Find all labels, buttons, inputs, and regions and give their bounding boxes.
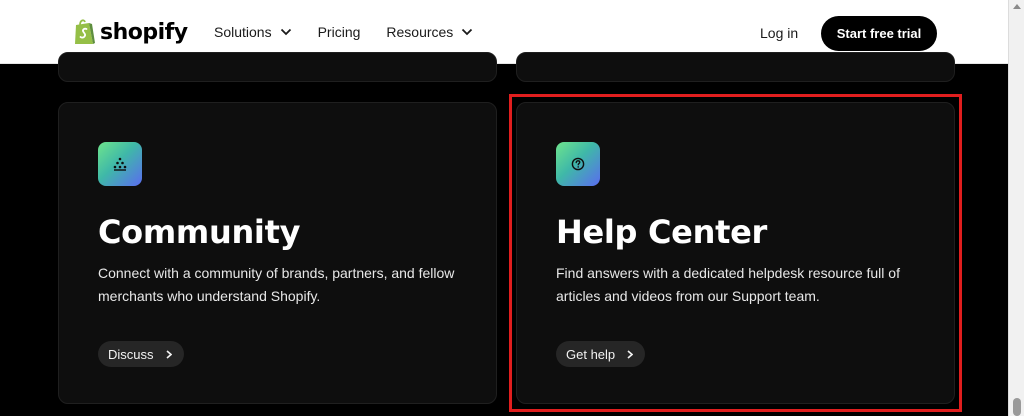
main-nav: Solutions Pricing Resources xyxy=(214,24,499,40)
partial-card-top-right xyxy=(516,52,955,82)
partial-card-top-left xyxy=(58,52,497,82)
shopify-bag-icon xyxy=(75,19,95,44)
nav-solutions-label: Solutions xyxy=(214,24,272,40)
community-icon xyxy=(98,142,142,186)
help-center-card: Help Center Find answers with a dedicate… xyxy=(516,102,955,404)
nav-resources[interactable]: Resources xyxy=(386,24,473,40)
help-center-description: Find answers with a dedicated helpdesk r… xyxy=(556,265,900,304)
get-help-button[interactable]: Get help xyxy=(556,341,646,367)
chevron-right-icon xyxy=(627,350,634,359)
community-card: Community Connect with a community of br… xyxy=(58,102,497,404)
page-scrollbar[interactable] xyxy=(1008,0,1024,416)
nav-pricing-label: Pricing xyxy=(317,24,361,40)
scroll-up-arrow-icon[interactable] xyxy=(1013,4,1021,9)
scrollbar-thumb[interactable] xyxy=(1013,398,1021,416)
discuss-button-label: Discuss xyxy=(108,346,154,362)
community-title: Community xyxy=(98,213,301,251)
nav-solutions[interactable]: Solutions xyxy=(214,24,292,40)
get-help-button-label: Get help xyxy=(566,346,616,362)
help-question-icon xyxy=(556,142,600,186)
community-description: Connect with a community of brands, part… xyxy=(98,265,455,304)
chevron-down-icon xyxy=(280,28,291,36)
nav-resources-label: Resources xyxy=(386,24,454,40)
logo-wordmark: shopify xyxy=(100,19,188,45)
discuss-button[interactable]: Discuss xyxy=(98,341,184,367)
help-center-title: Help Center xyxy=(556,213,767,251)
start-free-trial-button[interactable]: Start free trial xyxy=(821,16,937,51)
login-link[interactable]: Log in xyxy=(760,25,798,41)
nav-pricing[interactable]: Pricing xyxy=(318,24,361,40)
shopify-logo[interactable]: shopify xyxy=(73,18,188,46)
chevron-down-icon xyxy=(462,28,473,36)
chevron-right-icon xyxy=(165,350,172,359)
